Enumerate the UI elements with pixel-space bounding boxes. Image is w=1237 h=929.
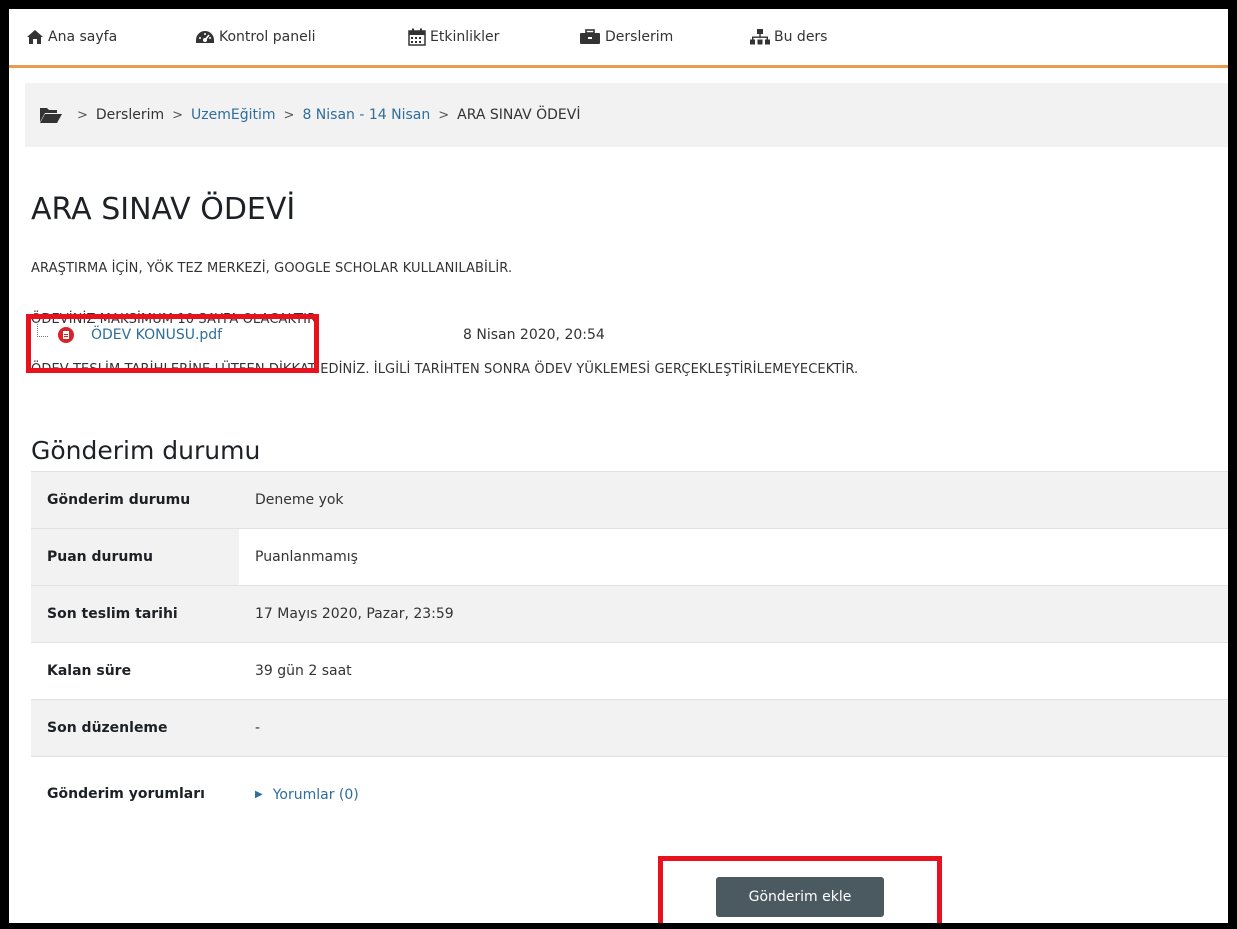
row-value: 39 gün 2 saat <box>239 642 1228 700</box>
breadcrumb-item-week[interactable]: 8 Nisan - 14 Nisan <box>302 107 430 123</box>
row-label: Son düzenleme <box>31 699 239 757</box>
nav-item-home[interactable]: Ana sayfa <box>26 25 117 49</box>
table-row: Gönderim durumu Deneme yok <box>31 471 1228 529</box>
briefcase-icon <box>580 29 600 44</box>
home-icon <box>27 30 43 44</box>
nav-item-dashboard[interactable]: Kontrol paneli <box>195 25 316 49</box>
app-window: Ana sayfa Kontrol paneli Etkinlikler Der… <box>0 0 1237 929</box>
breadcrumb: > Derslerim > UzemEğitim > 8 Nisan - 14 … <box>25 83 1228 147</box>
table-row: Gönderim yorumları ▶ Yorumlar (0) <box>31 756 1228 831</box>
row-value: ▶ Yorumlar (0) <box>239 756 1228 831</box>
description-line: ARAŞTIRMA İÇİN, YÖK TEZ MERKEZİ, GOOGLE … <box>31 261 513 276</box>
breadcrumb-item-course[interactable]: UzemEğitim <box>191 107 276 123</box>
row-value: Puanlanmamış <box>239 528 1228 586</box>
row-label: Gönderim yorumları <box>31 756 239 831</box>
attachment-link[interactable]: ÖDEV KONUSU.pdf <box>91 327 222 343</box>
breadcrumb-separator: > <box>172 107 184 123</box>
attachment-row: ÖDEV KONUSU.pdf 8 Nisan 2020, 20:54 <box>31 324 731 350</box>
comments-toggle[interactable]: ▶ Yorumlar (0) <box>255 787 359 803</box>
section-heading: Gönderim durumu <box>31 436 261 465</box>
table-row: Kalan süre 39 gün 2 saat <box>31 642 1228 700</box>
nav-item-label: Etkinlikler <box>430 29 500 45</box>
row-label: Son teslim tarihi <box>31 585 239 643</box>
submission-status-table: Gönderim durumu Deneme yok Puan durumu P… <box>31 471 1228 831</box>
pdf-icon <box>58 327 74 343</box>
nav-item-label: Derslerim <box>605 29 674 45</box>
breadcrumb-item-current: ARA SINAV ÖDEVİ <box>457 107 581 123</box>
breadcrumb-separator: > <box>283 107 295 123</box>
breadcrumb-item-my-courses[interactable]: Derslerim <box>96 107 164 123</box>
description-line: ÖDEV TESLİM TARİHLERİNE LÜTFEN DİKKAT ED… <box>31 362 859 377</box>
nav-item-label: Kontrol paneli <box>219 29 316 45</box>
row-value: 17 Mayıs 2020, Pazar, 23:59 <box>239 585 1228 643</box>
caret-right-icon: ▶ <box>255 789 263 801</box>
page-title: ARA SINAV ÖDEVİ <box>31 192 296 227</box>
nav-item-my-courses[interactable]: Derslerim <box>579 25 673 49</box>
add-submission-button[interactable]: Gönderim ekle <box>716 877 884 917</box>
nav-item-this-course[interactable]: Bu ders <box>750 25 827 49</box>
row-label: Kalan süre <box>31 642 239 700</box>
nav-item-events[interactable]: Etkinlikler <box>408 25 499 49</box>
comments-label: Yorumlar (0) <box>272 786 359 803</box>
table-row: Son teslim tarihi 17 Mayıs 2020, Pazar, … <box>31 585 1228 643</box>
sitemap-icon <box>750 29 770 45</box>
breadcrumb-separator: > <box>438 107 450 123</box>
attachment-date: 8 Nisan 2020, 20:54 <box>463 327 605 343</box>
breadcrumb-separator: > <box>77 107 88 123</box>
tree-connector <box>37 324 48 337</box>
table-row: Son düzenleme - <box>31 699 1228 757</box>
nav-item-label: Bu ders <box>774 29 828 45</box>
row-label: Gönderim durumu <box>31 471 239 529</box>
dashboard-icon <box>196 31 214 43</box>
table-row: Puan durumu Puanlanmamış <box>31 528 1228 586</box>
nav-item-label: Ana sayfa <box>48 29 118 45</box>
top-navigation: Ana sayfa Kontrol paneli Etkinlikler Der… <box>9 9 1228 68</box>
folder-open-icon <box>39 106 63 124</box>
calendar-icon <box>408 28 426 46</box>
row-value: - <box>239 699 1228 757</box>
row-label: Puan durumu <box>31 528 239 586</box>
row-value: Deneme yok <box>239 471 1228 529</box>
